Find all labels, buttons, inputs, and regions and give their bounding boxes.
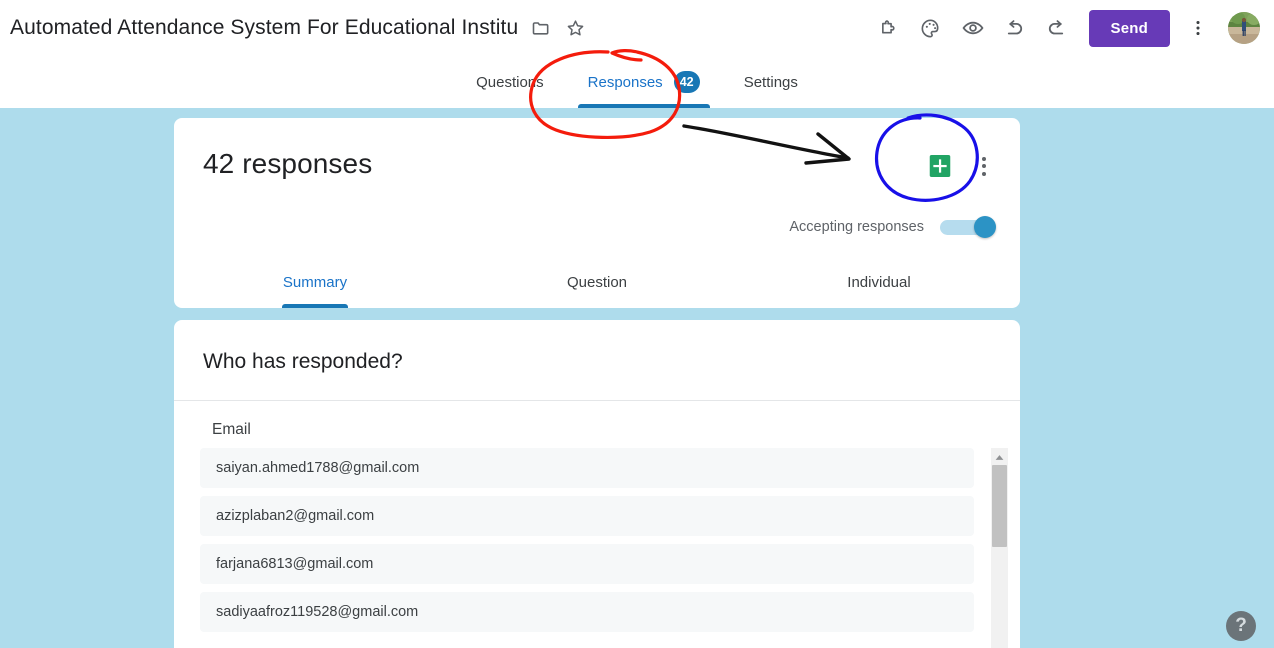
main-tab-strip: Questions Responses 42 Settings: [0, 56, 1274, 108]
send-button[interactable]: Send: [1088, 9, 1170, 47]
redo-icon[interactable]: [1037, 8, 1077, 48]
tab-settings[interactable]: Settings: [722, 56, 820, 108]
puzzle-addons-icon[interactable]: [869, 8, 909, 48]
toggle-knob: [974, 216, 996, 238]
eye-preview-icon[interactable]: [953, 8, 993, 48]
user-avatar[interactable]: [1228, 12, 1260, 44]
folder-icon[interactable]: [524, 11, 558, 45]
google-sheets-icon[interactable]: [918, 144, 962, 188]
accepting-responses-label: Accepting responses: [789, 219, 924, 235]
help-question-icon[interactable]: ?: [1226, 611, 1256, 641]
subtab-individual-label: Individual: [847, 273, 911, 291]
accepting-responses-row: Accepting responses: [789, 216, 996, 238]
title-icon-group: [524, 11, 592, 45]
subtab-question-label: Question: [566, 273, 628, 291]
subtab-summary[interactable]: Summary: [174, 256, 456, 308]
star-icon[interactable]: [558, 11, 592, 45]
content-area: 42 responses Accepting responses Summary…: [0, 108, 1274, 648]
palette-theme-icon[interactable]: [911, 8, 951, 48]
subtab-summary-label: Summary: [282, 273, 348, 291]
google-forms-responses-page: Automated Attendance System For Educatio…: [0, 0, 1274, 648]
tab-settings-label: Settings: [743, 73, 798, 91]
response-count-heading: 42 responses: [203, 148, 373, 179]
who-has-responded-card: Who has responded? Email saiyan.ahmed178…: [174, 320, 1020, 648]
email-list: saiyan.ahmed1788@gmail.com azizplaban2@g…: [200, 448, 974, 648]
header-actions: Send: [869, 8, 1260, 48]
who-has-responded-title: Who has responded?: [203, 350, 403, 373]
scrollbar-thumb[interactable]: [992, 465, 1007, 547]
app-header: Automated Attendance System For Educatio…: [0, 0, 1274, 56]
document-title[interactable]: Automated Attendance System For Educatio…: [10, 16, 518, 40]
undo-icon[interactable]: [995, 8, 1035, 48]
scroll-up-arrow-icon[interactable]: [991, 450, 1008, 464]
responses-summary-card: 42 responses Accepting responses Summary…: [174, 118, 1020, 308]
responses-subtab-strip: Summary Question Individual: [174, 256, 1020, 308]
sheets-action-row: [918, 144, 998, 188]
email-column-header: Email: [212, 421, 251, 438]
tab-responses[interactable]: Responses 42: [566, 56, 722, 108]
email-list-scrollbar[interactable]: [991, 448, 1008, 648]
list-item[interactable]: sadiyaafroz119528@gmail.com: [200, 592, 974, 632]
card-divider: [174, 400, 1020, 401]
more-vertical-icon[interactable]: [1178, 8, 1218, 48]
subtab-individual[interactable]: Individual: [738, 256, 1020, 308]
accepting-responses-toggle[interactable]: [940, 216, 996, 238]
list-item[interactable]: farjana6813@gmail.com: [200, 544, 974, 584]
responses-more-options-icon[interactable]: [970, 146, 998, 186]
subtab-question[interactable]: Question: [456, 256, 738, 308]
tab-questions[interactable]: Questions: [454, 56, 566, 108]
tab-questions-label: Questions: [476, 73, 544, 91]
list-item[interactable]: saiyan.ahmed1788@gmail.com: [200, 448, 974, 488]
responses-count-badge: 42: [673, 71, 700, 93]
tab-responses-label: Responses: [587, 73, 663, 91]
list-item[interactable]: azizplaban2@gmail.com: [200, 496, 974, 536]
